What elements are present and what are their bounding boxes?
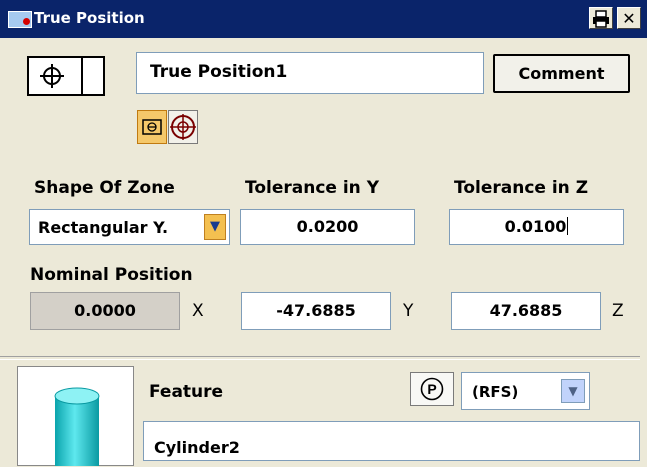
x-axis-label: X [192,301,204,321]
shape-of-zone-select[interactable]: Rectangular Y. ▼ [29,209,230,245]
section-divider [0,356,640,360]
shape-of-zone-label: Shape Of Zone [34,178,175,198]
material-condition-select[interactable]: (RFS) ▼ [461,372,590,410]
svg-text:P: P [427,381,436,397]
z-axis-label: Z [612,301,624,321]
title-bar: True Position ✕ [0,0,647,38]
true-position-symbol-box [27,56,105,96]
print-button[interactable] [589,7,613,29]
app-window-icon [8,11,32,28]
symbol-divider [81,58,83,94]
material-condition-value: (RFS) [472,383,519,401]
tolerance-y-input[interactable]: 0.0200 [240,209,415,245]
feature-name-field[interactable]: Cylinder2 [143,421,640,461]
nominal-position-label: Nominal Position [30,265,193,285]
comment-button[interactable]: Comment [493,54,630,93]
true-position-symbol-icon [40,64,64,88]
tolerance-y-label: Tolerance in Y [245,178,380,198]
nominal-x-input[interactable]: 0.0000 [30,292,180,330]
feature-control-name-field[interactable]: True Position1 [136,52,484,94]
feature-label: Feature [149,382,224,402]
tolerance-z-input[interactable]: 0.0100 [449,209,624,245]
rectangular-zone-button[interactable] [137,110,167,144]
nominal-z-input[interactable]: 47.6885 [451,292,601,330]
feature-name-value: Cylinder2 [154,438,240,457]
rectangular-zone-icon [142,119,162,135]
feature-preview[interactable] [17,366,134,466]
tolerance-z-label: Tolerance in Z [454,178,589,198]
close-button[interactable]: ✕ [617,7,641,29]
close-icon: ✕ [622,9,636,28]
chevron-down-icon[interactable]: ▼ [204,214,226,240]
circular-zone-icon [170,114,196,140]
text-caret [567,217,569,235]
projected-tolerance-button[interactable]: P [410,372,454,406]
dialog-body: True Position1 Comment Shape Of Zone Tol… [0,38,647,466]
tolerance-z-value: 0.0100 [504,217,567,236]
y-axis-label: Y [403,301,414,321]
cylinder-icon [54,387,100,466]
nominal-y-input[interactable]: -47.6885 [241,292,391,330]
print-icon [593,10,609,28]
shape-of-zone-value: Rectangular Y. [38,218,169,237]
circular-zone-button[interactable] [168,110,198,144]
window-title: True Position [34,9,145,27]
chevron-down-icon[interactable]: ▼ [561,379,585,403]
projected-tolerance-icon: P [420,377,444,401]
